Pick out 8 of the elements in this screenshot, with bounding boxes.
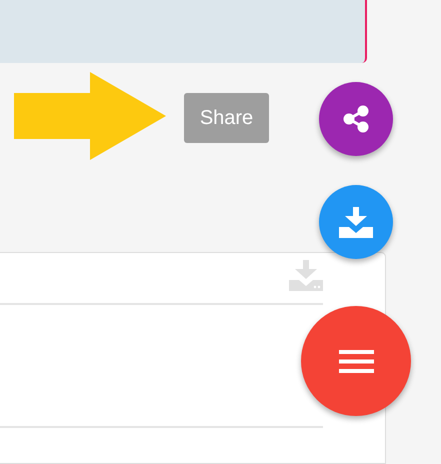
download-icon	[289, 260, 323, 291]
menu-icon	[338, 350, 374, 372]
download-icon	[339, 206, 373, 238]
share-tooltip: Share	[184, 93, 269, 143]
share-icon	[343, 105, 369, 133]
share-button[interactable]	[319, 82, 393, 156]
download-button[interactable]	[319, 185, 393, 259]
arrow-icon	[14, 72, 166, 160]
